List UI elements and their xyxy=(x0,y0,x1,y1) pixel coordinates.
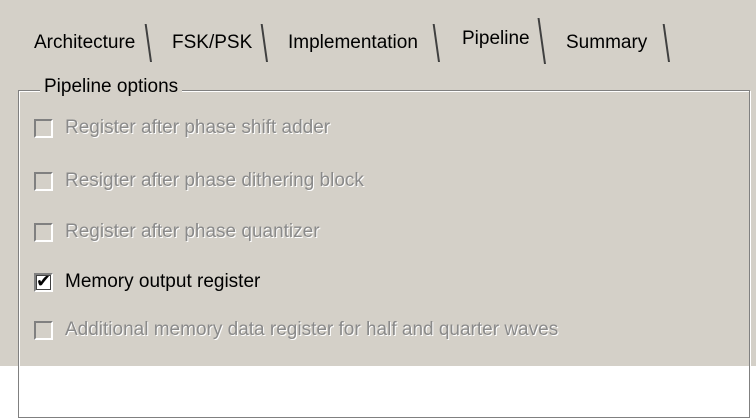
tab-implementation[interactable]: Implementation xyxy=(270,24,438,62)
tab-fsk-psk[interactable]: FSK/PSK xyxy=(154,24,266,62)
option-phase-dithering[interactable]: Resigter after phase dithering block xyxy=(34,169,364,193)
option-label: Memory output register xyxy=(65,271,261,292)
tab-label: Architecture xyxy=(34,32,136,53)
option-label: Additional memory data register for half… xyxy=(65,319,559,340)
option-memory-output-register[interactable]: ✔ Memory output register xyxy=(34,270,260,294)
tab-architecture[interactable]: Architecture xyxy=(16,24,150,62)
option-phase-quantizer[interactable]: Register after phase quantizer xyxy=(34,220,320,244)
checkbox-checked[interactable]: ✔ xyxy=(34,270,53,292)
pipeline-panel: Pipeline options Register after phase sh… xyxy=(0,64,756,418)
checkbox[interactable] xyxy=(34,222,53,242)
tab-pipeline[interactable]: Pipeline xyxy=(444,18,544,64)
tab-strip: Architecture FSK/PSK Implementation Pipe… xyxy=(16,14,756,64)
tab-summary[interactable]: Summary xyxy=(548,24,668,62)
tab-label: FSK/PSK xyxy=(172,32,253,53)
option-label: Register after phase shift adder xyxy=(65,117,331,138)
group-title: Pipeline options xyxy=(40,76,183,98)
checkbox[interactable] xyxy=(34,171,53,191)
tab-label: Implementation xyxy=(288,32,418,53)
option-label: Resigter after phase dithering block xyxy=(65,170,364,191)
option-additional-memory-register[interactable]: Additional memory data register for half… xyxy=(34,318,558,342)
checkbox[interactable] xyxy=(34,320,53,340)
tab-label: Pipeline xyxy=(462,28,530,49)
properties-dialog: Architecture FSK/PSK Implementation Pipe… xyxy=(0,0,756,418)
checkbox[interactable] xyxy=(34,118,53,138)
tab-label: Summary xyxy=(566,32,648,53)
option-phase-shift-adder[interactable]: Register after phase shift adder xyxy=(34,116,330,140)
checkmark-icon: ✔ xyxy=(35,270,52,292)
option-label: Register after phase quantizer xyxy=(65,221,320,242)
